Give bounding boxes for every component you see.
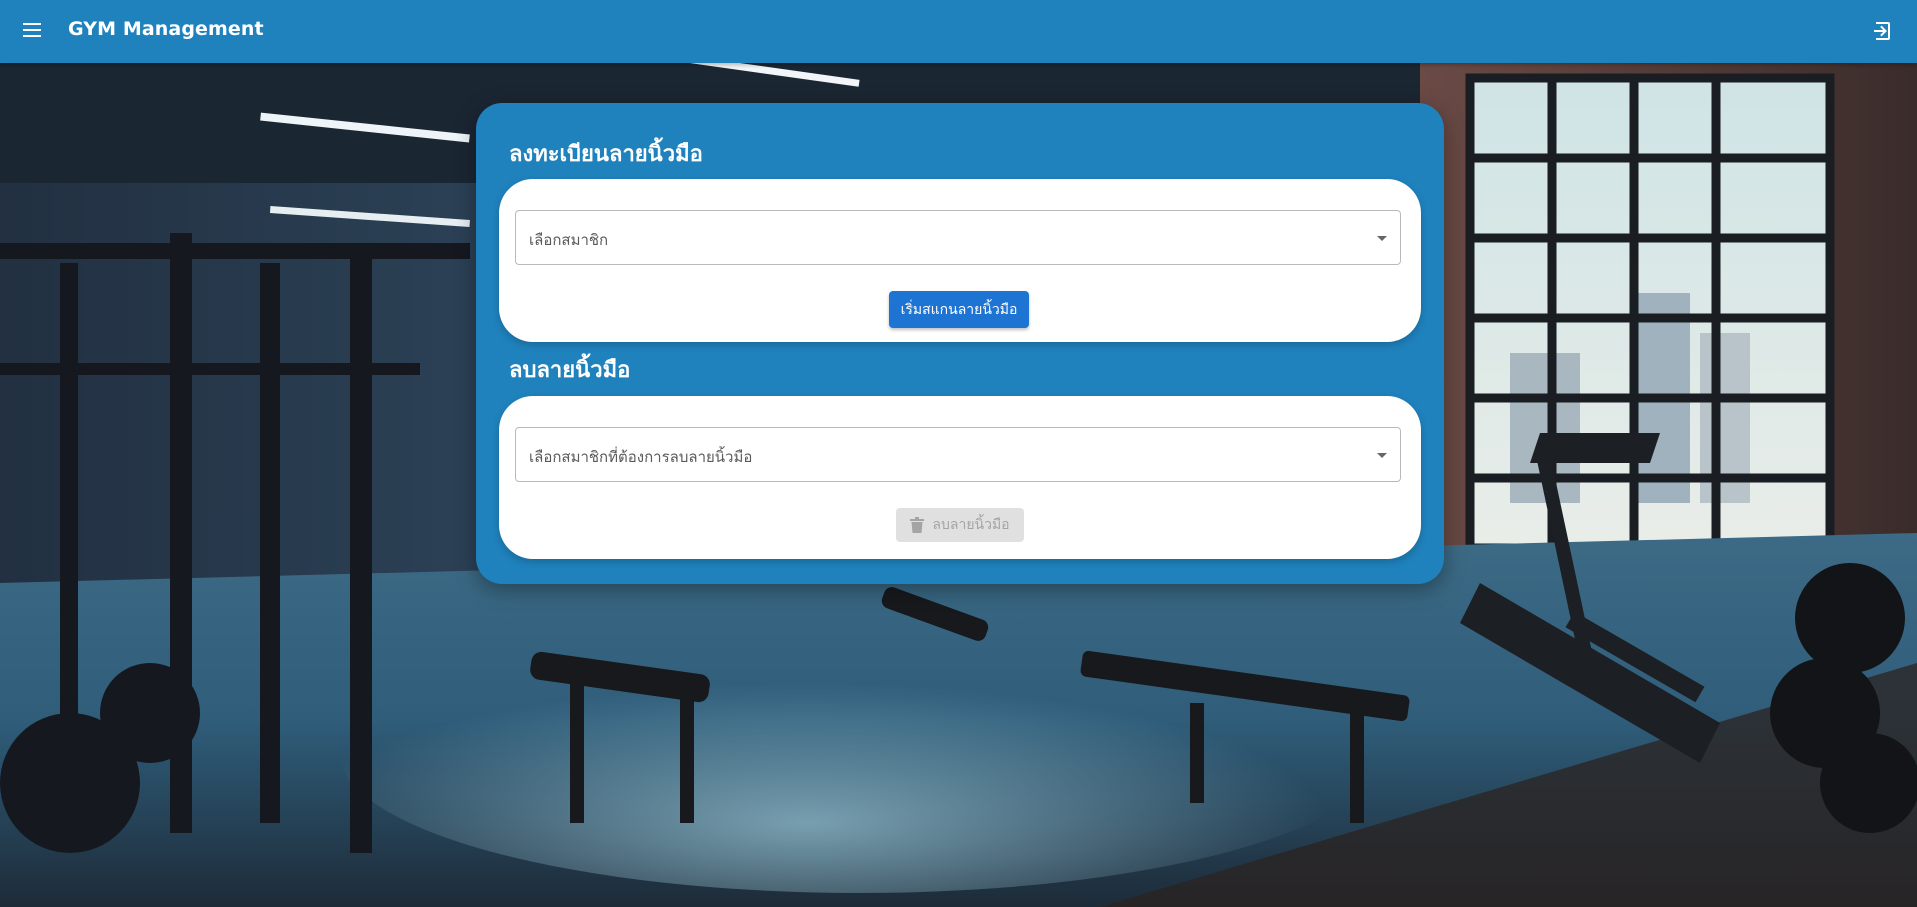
delete-fingerprint-button[interactable]: ลบลายนิ้วมือ [896, 508, 1024, 542]
delete-section-title: ลบลายนิ้วมือ [509, 358, 631, 383]
delete-member-select-placeholder: เลือกสมาชิกที่ต้องการลบลายนิ้วมือ [529, 448, 753, 466]
logout-icon[interactable] [1871, 19, 1895, 43]
trash-icon [910, 517, 925, 533]
menu-icon[interactable] [20, 18, 44, 42]
delete-card: เลือกสมาชิกที่ต้องการลบลายนิ้วมือ ลบลายน… [499, 396, 1421, 559]
app-bar: GYM Management [0, 0, 1917, 63]
start-scan-button[interactable]: เริ่มสแกนลายนิ้วมือ [889, 291, 1029, 328]
delete-member-select[interactable]: เลือกสมาชิกที่ต้องการลบลายนิ้วมือ [515, 427, 1401, 482]
delete-button-label: ลบลายนิ้วมือ [932, 517, 1010, 533]
chevron-down-icon [1377, 453, 1387, 458]
member-select[interactable]: เลือกสมาชิก [515, 210, 1401, 265]
register-section-title: ลงทะเบียนลายนิ้วมือ [509, 142, 703, 167]
fingerprint-panel: ลงทะเบียนลายนิ้วมือ เลือกสมาชิก เริ่มสแก… [476, 103, 1444, 584]
member-select-placeholder: เลือกสมาชิก [529, 231, 609, 249]
app-title: GYM Management [68, 18, 264, 40]
start-scan-button-label: เริ่มสแกนลายนิ้วมือ [900, 301, 1018, 318]
register-card: เลือกสมาชิก เริ่มสแกนลายนิ้วมือ [499, 179, 1421, 342]
chevron-down-icon [1377, 236, 1387, 241]
